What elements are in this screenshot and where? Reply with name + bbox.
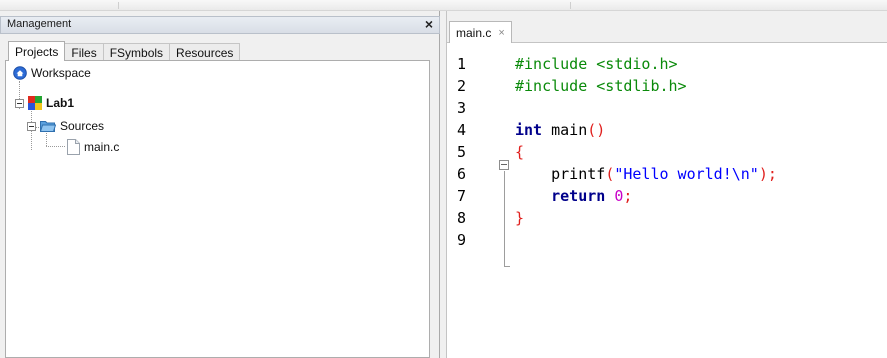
identifier-printf: printf xyxy=(515,165,606,183)
line-number: 5 xyxy=(457,143,467,161)
project-icon xyxy=(28,96,42,110)
tree-item-sources[interactable]: Sources xyxy=(40,117,104,135)
fold-guide-line xyxy=(504,171,505,267)
fold-margin xyxy=(497,44,513,358)
line-number: 9 xyxy=(457,231,467,249)
string-literal: "Hello world!\n" xyxy=(614,165,759,183)
tree-label-main-c: main.c xyxy=(84,140,120,154)
paren-open: ( xyxy=(605,165,615,183)
management-panel: Management × Projects Files FSymbols Res… xyxy=(0,11,440,358)
code-line-2: #include <stdlib.h> xyxy=(515,77,687,95)
code-line-7: return 0; xyxy=(515,187,632,205)
line-number: 7 xyxy=(457,187,467,205)
file-icon xyxy=(67,139,80,155)
keyword-return: return xyxy=(515,187,606,205)
tree-item-workspace[interactable]: Workspace xyxy=(13,64,91,82)
management-title: Management xyxy=(7,18,72,30)
line-number: 1 xyxy=(457,55,467,73)
collapse-toggle-lab1[interactable] xyxy=(15,99,24,108)
fold-toggle-icon[interactable] xyxy=(499,160,509,170)
line-number: 4 xyxy=(457,121,467,139)
tree-label-lab1: Lab1 xyxy=(46,96,75,110)
toolbar-separator xyxy=(118,2,119,9)
workspace-icon xyxy=(13,66,27,80)
top-toolbar-strip xyxy=(0,0,887,11)
identifier-main: main xyxy=(542,121,588,139)
management-title-bar: Management × xyxy=(0,16,440,34)
tree-connector xyxy=(46,146,65,147)
close-icon[interactable]: × xyxy=(498,27,504,39)
project-tree: Workspace Lab1 Sources main.c xyxy=(5,60,430,358)
line-number: 2 xyxy=(457,77,467,95)
fold-guide-end xyxy=(504,266,510,267)
collapse-toggle-sources[interactable] xyxy=(27,122,36,131)
close-icon[interactable]: × xyxy=(425,16,433,32)
line-number: 3 xyxy=(457,99,467,117)
line-number-gutter: 1 2 3 4 5 6 7 8 9 xyxy=(447,44,489,358)
code-editor: main.c × 1 2 3 4 5 6 7 8 9 #include <std… xyxy=(446,11,887,358)
semicolon: ; xyxy=(767,165,777,183)
tree-item-main-c[interactable]: main.c xyxy=(67,138,119,156)
semicolon: ; xyxy=(623,187,633,205)
toolbar-separator xyxy=(570,2,571,9)
tree-label-sources: Sources xyxy=(60,119,105,133)
tree-label-workspace: Workspace xyxy=(31,66,91,80)
parens: () xyxy=(587,121,606,139)
management-tabs: Projects Files FSymbols Resources xyxy=(8,41,241,61)
tab-files[interactable]: Files xyxy=(64,43,104,61)
tab-projects[interactable]: Projects xyxy=(8,41,66,61)
tree-item-lab1[interactable]: Lab1 xyxy=(28,94,74,112)
line-number: 8 xyxy=(457,209,467,227)
code-line-4: int main() xyxy=(515,121,605,139)
tab-resources[interactable]: Resources xyxy=(169,43,241,61)
code-line-6: printf("Hello world!\n"); xyxy=(515,165,777,183)
folder-icon xyxy=(40,121,56,132)
tab-fsymbols[interactable]: FSymbols xyxy=(102,43,171,61)
editor-tab-main-c[interactable]: main.c × xyxy=(449,21,512,43)
code-area[interactable]: #include <stdio.h> #include <stdlib.h> i… xyxy=(515,44,887,358)
code-line-8: } xyxy=(515,209,525,227)
code-line-5: { xyxy=(515,143,525,161)
editor-tab-bar: main.c × xyxy=(447,11,887,43)
keyword-int: int xyxy=(515,121,543,139)
editor-tab-label: main.c xyxy=(456,25,492,40)
code-line-1: #include <stdio.h> xyxy=(515,55,678,73)
paren-close: ) xyxy=(758,165,768,183)
line-number: 6 xyxy=(457,165,467,183)
